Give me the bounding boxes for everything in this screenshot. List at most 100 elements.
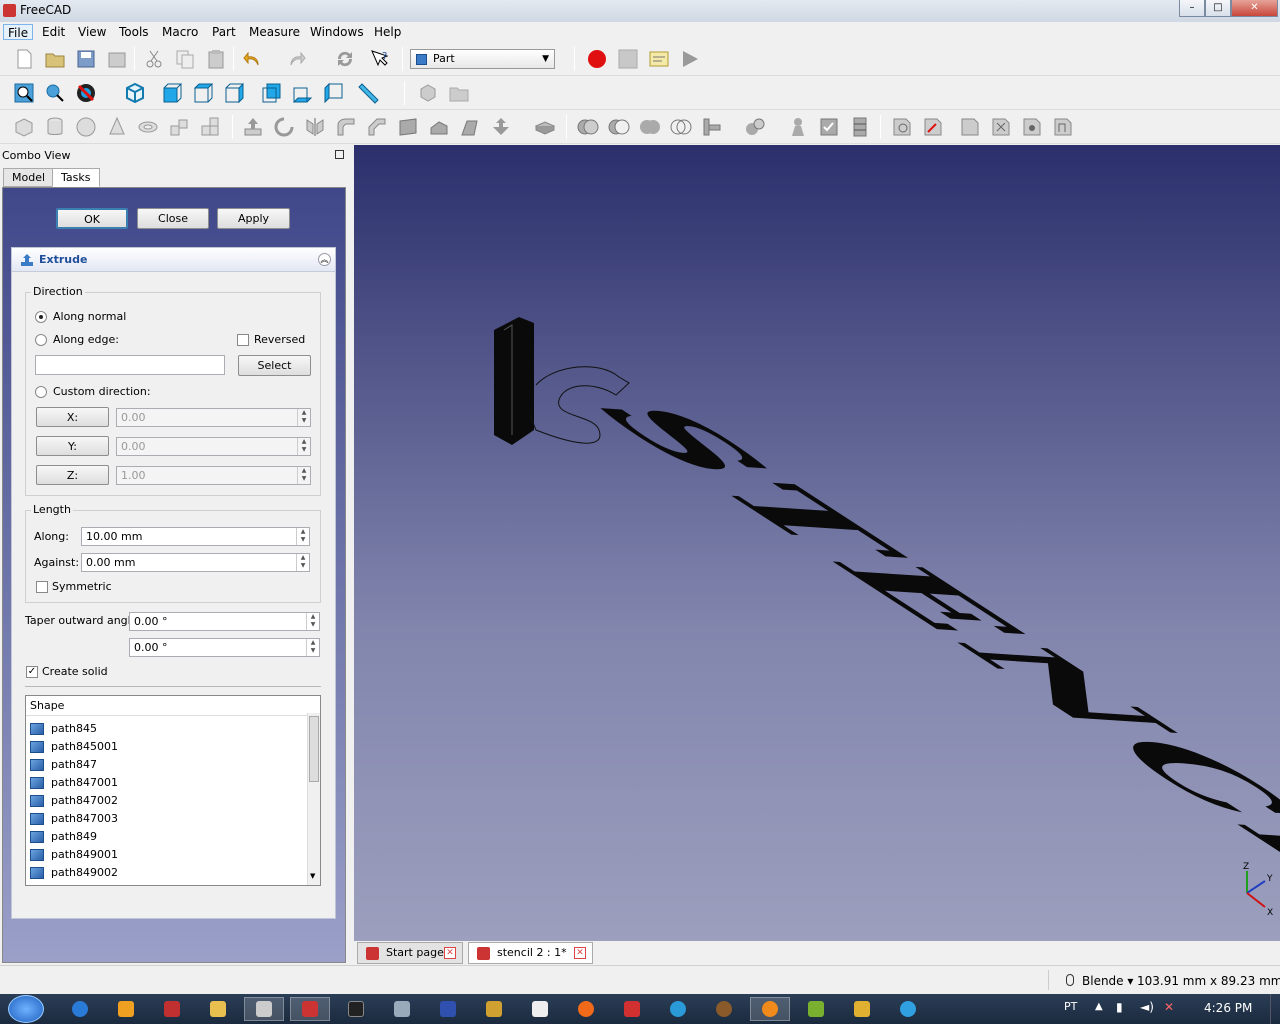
fit-all-icon[interactable] (12, 81, 36, 105)
ie-icon[interactable] (60, 997, 100, 1021)
edit-macro-icon[interactable] (647, 47, 671, 71)
clear-all-icon[interactable] (989, 115, 1013, 139)
ok-button[interactable]: OK (56, 208, 128, 229)
shape-list[interactable]: Shape path845 path845001 path847 path847… (25, 695, 321, 886)
run-macro-icon[interactable] (678, 47, 702, 71)
fillet-icon[interactable] (334, 115, 358, 139)
list-item[interactable]: path847002 (30, 792, 118, 810)
extrude-panel-header[interactable]: Extrude ︽ (12, 248, 335, 272)
against-field[interactable]: 0.00 mm ▲ ▼ (81, 553, 310, 572)
scrollbar-thumb[interactable] (309, 716, 319, 782)
minimize-button[interactable]: – (1179, 0, 1205, 17)
app-icon[interactable] (658, 997, 698, 1021)
undock-icon[interactable] (335, 150, 344, 159)
compound-tools-icon[interactable] (786, 115, 810, 139)
cut-boolean-icon[interactable] (607, 115, 631, 139)
measure-angular-icon[interactable] (921, 115, 945, 139)
menu-edit[interactable]: Edit (38, 24, 69, 40)
create-group-icon[interactable] (447, 81, 471, 105)
toggle-3d-icon[interactable] (1051, 115, 1075, 139)
app-icon[interactable] (474, 997, 514, 1021)
save-app-icon[interactable] (428, 997, 468, 1021)
list-item[interactable]: path847003 (30, 810, 118, 828)
workbench-selector[interactable]: Part ▼ (410, 49, 555, 69)
3d-viewport[interactable]: STENCIL Z Y X (354, 145, 1280, 941)
boolean-icon[interactable] (576, 115, 600, 139)
menu-help[interactable]: Help (370, 24, 405, 40)
menu-view[interactable]: View (74, 24, 110, 40)
taper-field-2[interactable]: 0.00 ° ▲ ▼ (129, 638, 320, 657)
fit-selection-icon[interactable] (43, 81, 67, 105)
create-solid-checkbox[interactable]: ✓ (26, 666, 38, 678)
list-item[interactable]: path849002 (30, 864, 118, 882)
close-window-button[interactable]: ✕ (1231, 0, 1278, 17)
maximize-button[interactable]: □ (1205, 0, 1231, 17)
list-item[interactable]: path845 (30, 720, 97, 738)
tray-expand-icon[interactable]: ▲ (1095, 1001, 1103, 1012)
network-icon[interactable]: ▮ (1116, 1000, 1123, 1014)
scroll-down-icon[interactable]: ▼ (310, 872, 315, 880)
check-geometry-icon[interactable] (817, 115, 841, 139)
redo-icon[interactable] (284, 47, 308, 71)
sphere-icon[interactable] (74, 115, 98, 139)
top-view-icon[interactable] (191, 81, 215, 105)
app-icon[interactable] (612, 997, 652, 1021)
cut-icon[interactable] (142, 47, 166, 71)
collapse-icon[interactable]: ︽ (318, 253, 331, 266)
measure-refresh-icon[interactable] (958, 115, 982, 139)
x-field[interactable]: 0.00 ▲ ▼ (116, 408, 311, 427)
menu-file[interactable]: File (3, 24, 34, 40)
chamfer-icon[interactable] (365, 115, 389, 139)
cylinder-icon[interactable] (43, 115, 67, 139)
menu-tools[interactable]: Tools (115, 24, 153, 40)
y-button[interactable]: Y: (36, 436, 109, 456)
firefox-icon[interactable] (566, 997, 606, 1021)
shape-builder-icon[interactable] (198, 115, 222, 139)
z-button[interactable]: Z: (36, 465, 109, 485)
action-center-icon[interactable]: ✕ (1164, 1000, 1174, 1014)
y-field[interactable]: 0.00 ▲ ▼ (116, 437, 311, 456)
calculator-icon[interactable] (382, 997, 422, 1021)
list-item[interactable]: path847001 (30, 774, 118, 792)
draw-style-icon[interactable] (74, 81, 98, 105)
measure-distance-icon[interactable] (357, 81, 381, 105)
reversed-checkbox[interactable] (237, 334, 249, 346)
along-normal-radio[interactable] (35, 311, 47, 323)
measure-linear-icon[interactable] (890, 115, 914, 139)
explorer-icon[interactable] (198, 997, 238, 1021)
volume-icon[interactable]: ◄) (1140, 1000, 1154, 1014)
media-player-icon[interactable] (106, 997, 146, 1021)
cone-icon[interactable] (105, 115, 129, 139)
whats-this-icon[interactable]: ? (368, 47, 392, 71)
clock[interactable]: 4:26 PM (1204, 1001, 1252, 1015)
tab-tasks[interactable]: Tasks (52, 168, 100, 187)
undo-icon[interactable] (241, 47, 265, 71)
toggle-all-icon[interactable] (1020, 115, 1044, 139)
custom-direction-radio[interactable] (35, 386, 47, 398)
record-macro-icon[interactable] (585, 47, 609, 71)
start-button[interactable] (8, 995, 44, 1023)
along-edge-radio[interactable] (35, 334, 47, 346)
open-file-icon[interactable] (43, 47, 67, 71)
section-icon[interactable] (533, 115, 557, 139)
fuse-icon[interactable] (638, 115, 662, 139)
extrude-icon[interactable] (241, 115, 265, 139)
torus-icon[interactable] (136, 115, 160, 139)
close-button[interactable]: Close (137, 208, 209, 229)
z-field[interactable]: 1.00 ▲ ▼ (116, 466, 311, 485)
bottom-view-icon[interactable] (290, 81, 314, 105)
along-field[interactable]: 10.00 mm ▲ ▼ (81, 527, 310, 546)
list-item[interactable]: path847 (30, 756, 97, 774)
apply-button[interactable]: Apply (217, 208, 290, 229)
navigation-style[interactable]: Blende ▾ (1082, 974, 1133, 988)
sweep-icon[interactable] (489, 115, 513, 139)
save-icon[interactable] (74, 47, 98, 71)
rear-view-icon[interactable] (259, 81, 283, 105)
save-as-icon[interactable] (105, 47, 129, 71)
tab-start-page[interactable]: Start page ✕ (357, 942, 463, 964)
telegram-icon[interactable] (888, 997, 928, 1021)
menu-measure[interactable]: Measure (245, 24, 304, 40)
close-tab-icon[interactable]: ✕ (574, 947, 586, 959)
edge-field[interactable] (35, 355, 225, 375)
app-icon[interactable] (152, 997, 192, 1021)
